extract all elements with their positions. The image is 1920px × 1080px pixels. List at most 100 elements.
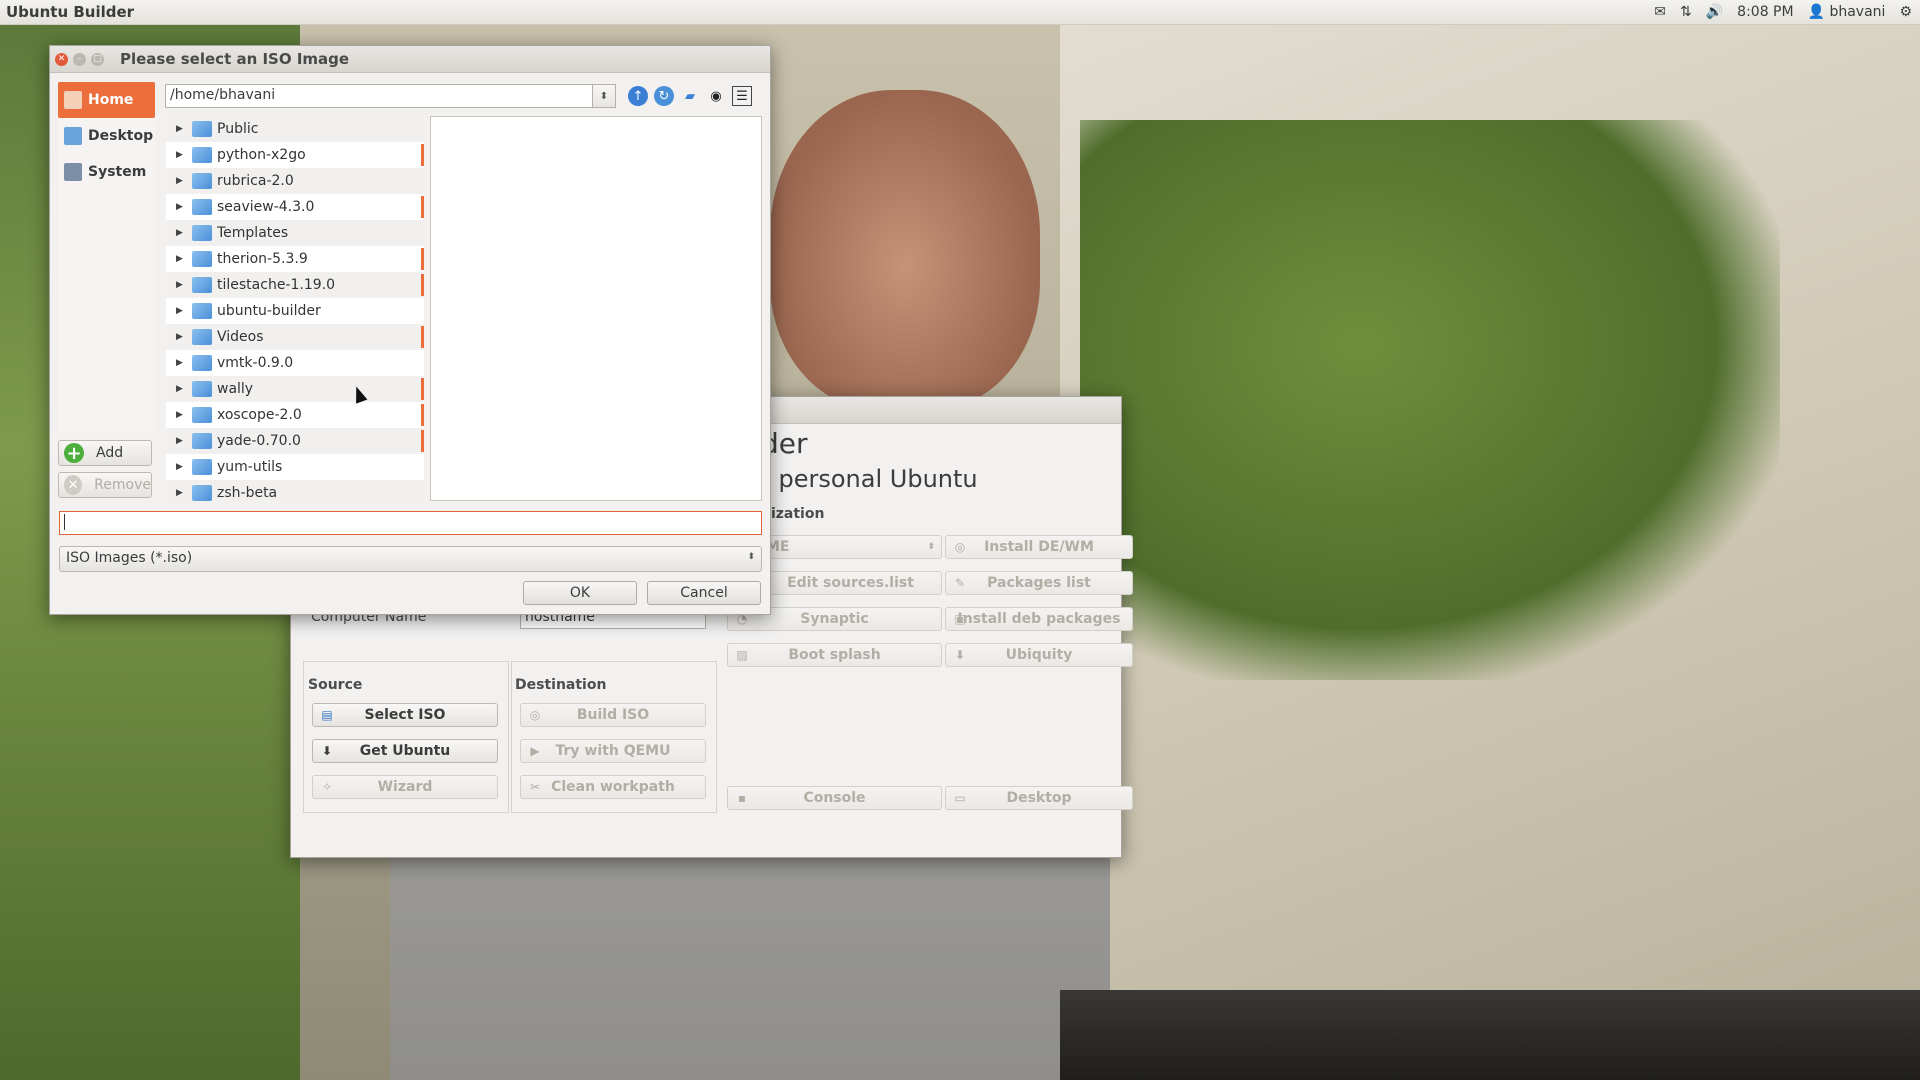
expander-icon[interactable]: ▶ — [176, 358, 186, 368]
cancel-button[interactable]: Cancel — [647, 581, 761, 605]
expander-icon[interactable]: ▶ — [176, 254, 186, 264]
folder-row[interactable]: ▶ seaview-4.3.0 — [166, 194, 424, 220]
parent-folder-icon[interactable]: ↑ — [628, 86, 648, 106]
packages-list-button[interactable]: ✎ Packages list — [945, 571, 1133, 595]
ubiquity-button[interactable]: ⬇ Ubiquity — [945, 643, 1133, 667]
console-button[interactable]: ▪ Console — [727, 786, 942, 810]
file-filter-value: ISO Images (*.iso) — [66, 550, 193, 566]
scroll-marker — [421, 404, 424, 426]
place-system[interactable]: System — [58, 154, 155, 190]
gear-icon[interactable]: ⚙ — [1899, 4, 1912, 20]
indicator-area: ✉ ⇅ 🔊 8:08 PM 👤 bhavani ⚙ — [1654, 0, 1912, 24]
add-bookmark-label: Add — [96, 445, 124, 461]
folder-name: rubrica-2.0 — [217, 173, 294, 189]
edit-sources-button[interactable]: Edit sources.list — [759, 571, 942, 595]
terminal-icon: ▪ — [737, 791, 747, 805]
console-label: Console — [803, 790, 866, 806]
file-list-pane[interactable] — [430, 116, 762, 501]
filename-input[interactable] — [59, 511, 762, 535]
folder-row[interactable]: ▶ Templates — [166, 220, 424, 246]
chevron-updown-icon[interactable]: ⬍ — [592, 84, 616, 108]
expander-icon[interactable]: ▶ — [176, 384, 186, 394]
install-deb-button[interactable]: ▣ Install deb packages — [945, 607, 1133, 631]
place-home[interactable]: Home — [58, 82, 155, 118]
boot-splash-label: Boot splash — [788, 647, 881, 663]
clock[interactable]: 8:08 PM — [1737, 4, 1793, 20]
download-icon: ⬇ — [321, 744, 333, 758]
network-icon[interactable]: ⇅ — [1680, 4, 1692, 20]
folder-row[interactable]: ▶ yum-utils — [166, 454, 424, 480]
expander-icon[interactable]: ▶ — [176, 124, 186, 134]
expander-icon[interactable]: ▶ — [176, 202, 186, 212]
select-iso-button[interactable]: ▤ Select ISO — [312, 703, 498, 727]
desktop-button[interactable]: ▭ Desktop — [945, 786, 1133, 810]
minimize-icon[interactable]: – — [73, 52, 86, 66]
wizard-button[interactable]: ✧ Wizard — [312, 775, 498, 799]
folder-name: seaview-4.3.0 — [217, 199, 315, 215]
clean-workpath-button[interactable]: ✂ Clean workpath — [520, 775, 706, 799]
ubiquity-label: Ubiquity — [1005, 647, 1073, 663]
expander-icon[interactable]: ▶ — [176, 150, 186, 160]
file-filter-select[interactable]: ISO Images (*.iso) ⬍ — [59, 546, 762, 572]
scroll-marker — [421, 196, 424, 218]
place-desktop[interactable]: Desktop — [58, 118, 155, 154]
desktop-icon — [64, 127, 82, 145]
volume-icon[interactable]: 🔊 — [1706, 4, 1723, 20]
wallpaper-face — [770, 90, 1040, 410]
folder-row[interactable]: ▶ wally — [166, 376, 424, 402]
refresh-icon[interactable]: ↻ — [654, 86, 674, 106]
broom-icon: ✂ — [529, 780, 541, 794]
folder-row[interactable]: ▶ therion-5.3.9 — [166, 246, 424, 272]
computer-icon — [64, 163, 82, 181]
folder-icon — [192, 147, 212, 163]
expander-icon[interactable]: ▶ — [176, 280, 186, 290]
build-iso-button[interactable]: ◎ Build ISO — [520, 703, 706, 727]
show-hidden-icon[interactable]: ◉ — [706, 86, 726, 106]
cd-icon: ◎ — [954, 540, 966, 554]
detail-view-icon[interactable]: ☰ — [732, 86, 752, 106]
desktop-label: Desktop — [1006, 790, 1072, 806]
expander-icon[interactable]: ▶ — [176, 410, 186, 420]
folder-icon — [192, 173, 212, 189]
select-iso-label: Select ISO — [364, 707, 446, 723]
maximize-icon[interactable]: □ — [91, 52, 104, 66]
expander-icon[interactable]: ▶ — [176, 436, 186, 446]
wizard-label: Wizard — [377, 779, 433, 795]
folder-row[interactable]: ▶ vmtk-0.9.0 — [166, 350, 424, 376]
folder-row[interactable]: ▶ xoscope-2.0 — [166, 402, 424, 428]
try-qemu-button[interactable]: ▶ Try with QEMU — [520, 739, 706, 763]
folder-icon — [192, 251, 212, 267]
expander-icon[interactable]: ▶ — [176, 488, 186, 498]
mail-icon[interactable]: ✉ — [1654, 4, 1666, 20]
dialog-title: Please select an ISO Image — [120, 50, 350, 68]
folder-row[interactable]: ▶ Videos — [166, 324, 424, 350]
expander-icon[interactable]: ▶ — [176, 176, 186, 186]
install-dewm-button[interactable]: ◎ Install DE/WM — [945, 535, 1133, 559]
folder-icon — [192, 303, 212, 319]
expander-icon[interactable]: ▶ — [176, 306, 186, 316]
folder-row[interactable]: ▶ tilestache-1.19.0 — [166, 272, 424, 298]
path-combo[interactable]: /home/bhavani — [165, 84, 595, 108]
folder-row[interactable]: ▶ yade-0.70.0 — [166, 428, 424, 454]
folder-row[interactable]: ▶ Public — [166, 116, 424, 142]
user-icon: 👤 — [1807, 4, 1826, 20]
folder-name: Templates — [217, 225, 289, 241]
add-bookmark-button[interactable]: + Add — [58, 440, 152, 466]
new-folder-icon[interactable]: ▰ — [680, 86, 700, 106]
folder-row[interactable]: ▶ python-x2go — [166, 142, 424, 168]
folder-row[interactable]: ▶ zsh-beta — [166, 480, 424, 501]
boot-splash-button[interactable]: ▨ Boot splash — [727, 643, 942, 667]
expander-icon[interactable]: ▶ — [176, 462, 186, 472]
remove-bookmark-button[interactable]: ✕ Remove — [58, 472, 152, 498]
folder-row[interactable]: ▶ rubrica-2.0 — [166, 168, 424, 194]
folder-icon — [192, 485, 212, 501]
close-icon[interactable]: ✕ — [55, 52, 68, 66]
user-menu[interactable]: 👤 bhavani — [1808, 4, 1886, 20]
folder-row[interactable]: ▶ ubuntu-builder — [166, 298, 424, 324]
expander-icon[interactable]: ▶ — [176, 332, 186, 342]
ok-button[interactable]: OK — [523, 581, 637, 605]
expander-icon[interactable]: ▶ — [176, 228, 186, 238]
deb-icon: ▣ — [954, 612, 966, 626]
get-ubuntu-button[interactable]: ⬇ Get Ubuntu — [312, 739, 498, 763]
desktop-env-select[interactable]: ME ⬍ — [759, 535, 942, 559]
